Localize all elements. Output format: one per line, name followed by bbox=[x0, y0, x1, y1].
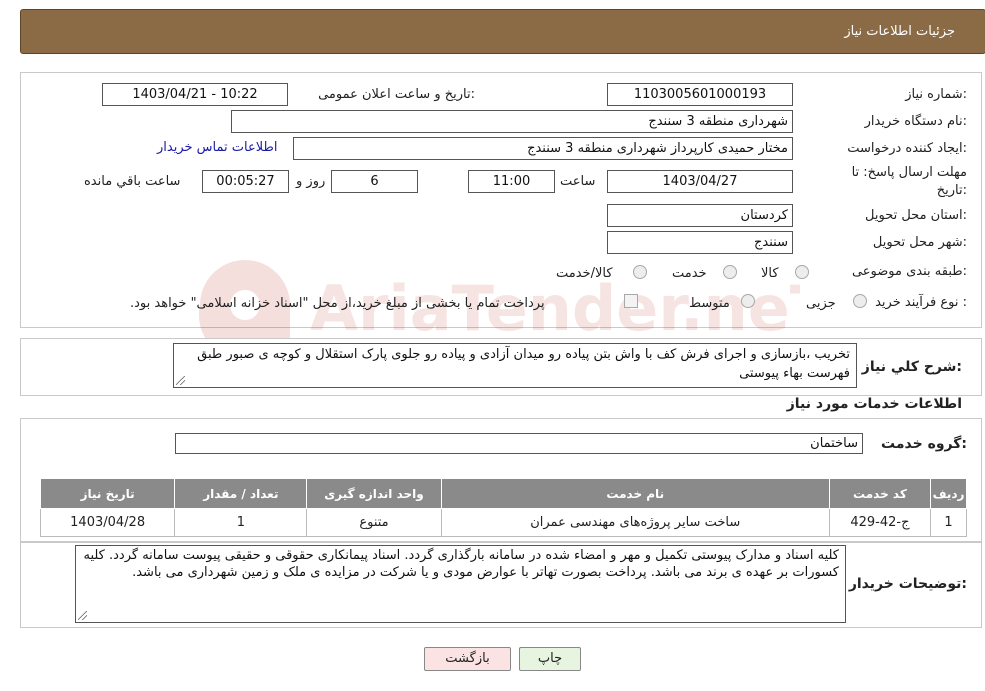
purchase-medium-label: متوسط bbox=[689, 296, 730, 311]
announce-datetime-label: تاریخ و ساعت اعلان عمومی: bbox=[318, 87, 475, 102]
deadline-time-label: ساعت bbox=[560, 174, 596, 189]
purchase-medium-radio[interactable] bbox=[741, 294, 755, 308]
table-row: 1 ج-42-429 ساخت سایر پروژه‌های مهندسی عم… bbox=[39, 508, 967, 537]
cell-service-code: ج-42-429 bbox=[828, 508, 932, 537]
category-both-radio[interactable] bbox=[633, 265, 647, 279]
col-unit: واحد اندازه گیری bbox=[306, 478, 442, 509]
city-label: شهر محل تحویل: bbox=[872, 235, 967, 250]
deadline-label-date: تاریخ: bbox=[936, 183, 967, 198]
buyer-notes-label: توضیحات خریدار: bbox=[848, 576, 967, 592]
description-text: تخریب ،بازسازی و اجرای فرش کف با واش بتن… bbox=[197, 347, 850, 381]
buyer-notes-textarea[interactable]: کلیه اسناد و مدارک پیوستی تکمیل و مهر و … bbox=[75, 545, 846, 623]
deadline-label: مهلت ارسال پاسخ: تا bbox=[851, 165, 967, 180]
request-creator-field: مختار حمیدی کارپرداز شهرداری منطقه 3 سنن… bbox=[293, 137, 793, 160]
purchase-minor-radio[interactable] bbox=[853, 294, 867, 308]
col-row-number: ردیف bbox=[930, 478, 967, 509]
service-group-label: گروه خدمت: bbox=[881, 436, 967, 452]
back-button[interactable]: بازگشت bbox=[424, 647, 511, 671]
page-title: جزئیات اطلاعات نیاز bbox=[844, 24, 955, 39]
description-label: شرح کلي نياز: bbox=[861, 359, 962, 375]
description-textarea[interactable]: تخریب ،بازسازی و اجرای فرش کف با واش بتن… bbox=[173, 343, 857, 388]
cell-unit: متنوع bbox=[306, 508, 442, 537]
category-goods-radio[interactable] bbox=[795, 265, 809, 279]
page-header: جزئیات اطلاعات نیاز bbox=[20, 9, 985, 54]
cell-need-date: 1403/04/28 bbox=[39, 508, 176, 537]
deadline-time-field: 11:00 bbox=[468, 170, 555, 193]
cell-service-name: ساخت سایر پروژه‌های مهندسی عمران bbox=[440, 508, 830, 537]
resize-grip-icon[interactable] bbox=[78, 611, 87, 620]
province-label: استان محل تحویل: bbox=[865, 208, 967, 223]
treasury-payment-note: پرداخت تمام یا بخشی از مبلغ خرید،از محل … bbox=[130, 296, 545, 311]
buyer-org-label: نام دستگاه خریدار: bbox=[864, 114, 967, 129]
city-field: سنندج bbox=[607, 231, 793, 254]
need-number-field: 1103005601000193 bbox=[607, 83, 793, 106]
col-service-name: نام خدمت bbox=[440, 478, 830, 509]
buyer-contact-link[interactable]: اطلاعات تماس خریدار bbox=[157, 140, 277, 155]
col-quantity: تعداد / مقدار bbox=[174, 478, 308, 509]
cell-row-number: 1 bbox=[930, 508, 967, 537]
col-service-code: کد خدمت bbox=[828, 478, 932, 509]
resize-grip-icon[interactable] bbox=[176, 376, 185, 385]
days-remaining-field: 6 bbox=[331, 170, 418, 193]
deadline-date-field: 1403/04/27 bbox=[607, 170, 793, 193]
province-field: کردستان bbox=[607, 204, 793, 227]
category-service-radio[interactable] bbox=[723, 265, 737, 279]
buyer-notes-text: کلیه اسناد و مدارک پیوستی تکمیل و مهر و … bbox=[83, 548, 839, 580]
service-group-field: ساختمان bbox=[175, 433, 863, 454]
need-number-label: شماره نیاز: bbox=[905, 87, 967, 102]
buyer-org-field: شهرداری منطقه 3 سنندج bbox=[231, 110, 793, 133]
category-goods-label: کالا bbox=[761, 266, 779, 281]
treasury-payment-checkbox[interactable] bbox=[624, 294, 638, 308]
purchase-minor-label: جزیی bbox=[806, 296, 836, 311]
services-section-title: اطلاعات خدمات مورد نياز bbox=[786, 396, 962, 412]
purchase-type-label: نوع فرآیند خرید : bbox=[875, 295, 967, 310]
category-both-label: کالا/خدمت bbox=[556, 266, 613, 281]
time-remaining-label: ساعت باقي مانده bbox=[84, 174, 181, 189]
time-remaining-field: 00:05:27 bbox=[202, 170, 289, 193]
category-service-label: خدمت bbox=[672, 266, 707, 281]
cell-quantity: 1 bbox=[174, 508, 308, 537]
table-header-row: ردیف کد خدمت نام خدمت واحد اندازه گیری ت… bbox=[39, 478, 967, 509]
print-button[interactable]: چاپ bbox=[519, 647, 581, 671]
category-label: طبقه بندی موضوعی: bbox=[851, 264, 967, 279]
services-table: ردیف کد خدمت نام خدمت واحد اندازه گیری ت… bbox=[39, 478, 967, 537]
col-need-date: تاریخ نیاز bbox=[39, 478, 176, 509]
announce-datetime-field: 1403/04/21 - 10:22 bbox=[102, 83, 288, 106]
days-label: روز و bbox=[296, 174, 326, 189]
request-creator-label: ایجاد کننده درخواست: bbox=[847, 141, 967, 156]
